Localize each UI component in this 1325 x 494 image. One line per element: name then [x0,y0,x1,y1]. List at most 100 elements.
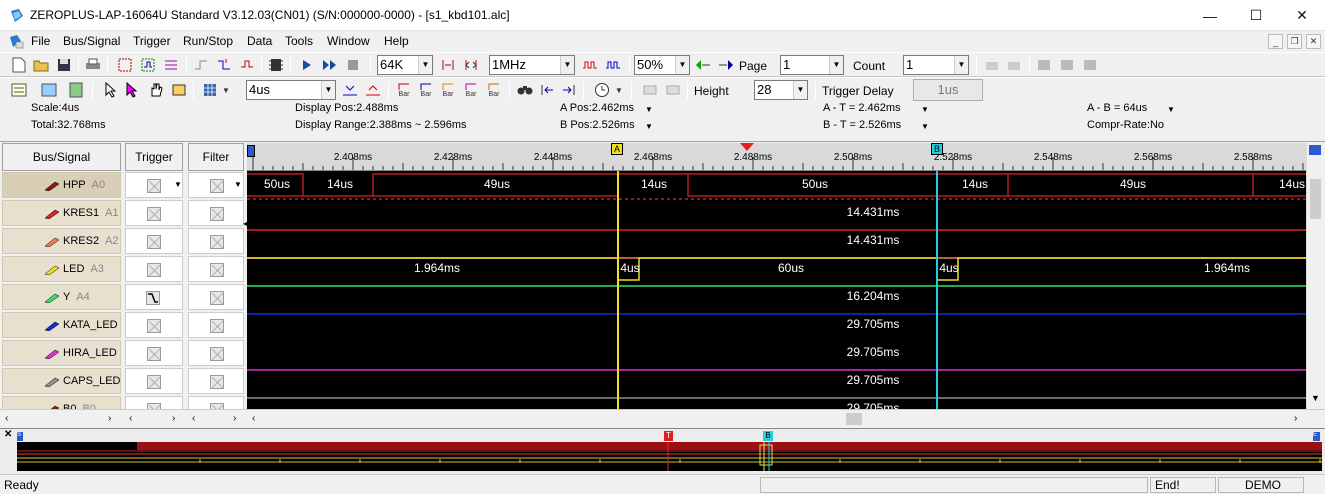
mdi-minimize-button[interactable]: _ [1268,34,1283,49]
trigger-cell[interactable]: ▼ [125,172,183,198]
scroll-left-icon[interactable]: ‹ [5,413,8,424]
trigger-cell[interactable] [125,228,183,254]
trigger-pattern-icon[interactable] [237,55,257,75]
bar-a-icon[interactable]: Bar [394,80,414,100]
trigger-cell[interactable] [125,200,183,226]
data-view-icon[interactable] [66,80,86,100]
filter-cell[interactable] [188,340,244,366]
overview-canvas[interactable] [17,442,1322,471]
signal-row[interactable]: HIRA_LED [0,339,247,367]
close-overview-icon[interactable]: ✕ [4,429,12,440]
scale-select[interactable]: 4us ▼ [246,80,336,100]
capture-icon[interactable] [115,55,135,75]
trigger-cell[interactable] [125,312,183,338]
overview-start-marker[interactable]: S [17,432,23,441]
signal-list-icon[interactable] [9,80,29,100]
minimize-button[interactable]: — [1187,0,1233,31]
search-prev-icon[interactable] [537,80,557,100]
chevron-down-icon[interactable]: ▼ [645,105,653,114]
bus-disabled-icon[interactable] [640,80,660,100]
filter-cell[interactable] [188,228,244,254]
run-icon[interactable] [297,55,317,75]
stop-icon[interactable] [343,55,363,75]
zoom-out-signal-icon[interactable] [461,55,481,75]
trigger-marker-icon[interactable] [740,143,754,151]
vertical-scrollbar[interactable]: ▼ [1306,143,1325,409]
layout-icon[interactable] [39,80,59,100]
trigger-cell[interactable] [125,396,183,409]
signal-name-cell[interactable]: HIRA_LED [2,340,121,366]
signal-row[interactable]: KRES2 A2 [0,227,247,255]
signal-name-cell[interactable]: CAPS_LED [2,368,121,394]
signal-row[interactable]: B0 B0 [0,395,247,409]
menu-tools[interactable]: Tools [285,34,313,48]
chevron-down-icon[interactable]: ▼ [1167,105,1175,114]
chevron-down-icon[interactable]: ▼ [174,180,182,189]
clock-wave-blue-icon[interactable] [603,55,623,75]
menu-window[interactable]: Window [327,34,370,48]
memory-depth-select[interactable]: 64K ▼ [377,55,433,75]
signal-row[interactable]: HPP A0 ▼ ▼ [0,171,247,199]
menu-data[interactable]: Data [247,34,272,48]
signal-row[interactable]: LED A3 [0,255,247,283]
overview-trigger-marker[interactable]: T [664,431,673,441]
print-icon[interactable] [83,55,103,75]
cursor-a-marker[interactable]: A [611,143,623,155]
filter-cell[interactable] [188,368,244,394]
zoom-in-icon[interactable] [340,80,360,100]
open-folder-icon[interactable] [31,55,51,75]
page-select[interactable]: 1 ▼ [780,55,844,75]
pointer-icon[interactable] [100,80,120,100]
overview-b-marker[interactable]: B [763,431,773,441]
menu-help[interactable]: Help [384,34,409,48]
scroll-right-icon[interactable]: › [172,413,175,424]
sample-rate-select[interactable]: 1MHz ▼ [489,55,575,75]
tool-disabled-icon[interactable] [1004,55,1024,75]
mdi-restore-button[interactable]: ❐ [1287,34,1302,49]
bar-c-icon[interactable]: Bar [438,80,458,100]
trigger-cell[interactable] [125,368,183,394]
chevron-down-icon[interactable]: ▼ [645,122,653,131]
signal-name-cell[interactable]: KRES2 A2 [2,228,121,254]
run-repeat-icon[interactable] [320,55,340,75]
trigger-fall-icon[interactable] [214,55,234,75]
tool-disabled-icon[interactable] [1034,55,1054,75]
signal-row[interactable]: KATA_LED [0,311,247,339]
signal-name-cell[interactable]: KRES1 A1 [2,200,121,226]
signal-name-cell[interactable]: Y A4 [2,284,121,310]
signal-name-cell[interactable]: B0 B0 [2,396,121,409]
menu-bus-signal[interactable]: Bus/Signal [63,34,120,48]
menu-run-stop[interactable]: Run/Stop [183,34,233,48]
signal-name-cell[interactable]: LED A3 [2,256,121,282]
trigger-rise-icon[interactable] [191,55,211,75]
menu-file[interactable]: File [31,34,50,48]
count-select[interactable]: 1 ▼ [903,55,969,75]
signal-name-cell[interactable]: KATA_LED [2,312,121,338]
signal-row[interactable]: CAPS_LED [0,367,247,395]
bar-multi-icon[interactable]: Bar [484,80,504,100]
trigger-cell[interactable] [125,340,183,366]
bus-signal-header[interactable]: Bus/Signal [2,143,121,171]
filter-header[interactable]: Filter [188,143,244,171]
horizontal-scroll-thumb[interactable] [846,413,862,425]
close-button[interactable]: ✕ [1279,0,1325,31]
bus-edit-icon[interactable] [161,55,181,75]
menu-trigger[interactable]: Trigger [133,34,171,48]
filter-cell[interactable] [188,312,244,338]
filter-cell[interactable] [188,396,244,409]
search-icon[interactable] [515,80,535,100]
time-ruler[interactable]: 2.408ms 2.428ms 2.448ms 2.468ms 2.488ms 2.508… [247,143,1306,171]
waveform-area[interactable]: 50us 14us 49us 14us 50us 14us 49us 14us 14.431ms… [247,171,1306,409]
measure-icon[interactable] [169,80,189,100]
wave-scroll-left-icon[interactable]: ‹ [252,413,255,424]
cursor-select-icon[interactable] [122,80,142,100]
signal-row[interactable]: Y A4 [0,283,247,311]
scroll-right-icon[interactable]: › [108,413,111,424]
bar-t-icon[interactable]: Bar [461,80,481,100]
clock-icon[interactable] [592,80,612,100]
scroll-end-marker[interactable] [1309,145,1321,155]
chevron-down-icon[interactable]: ▼ [220,80,232,100]
filter-cell[interactable]: ▼ [188,172,244,198]
page-prev-icon[interactable] [693,55,713,75]
trigger-header[interactable]: Trigger [125,143,183,171]
